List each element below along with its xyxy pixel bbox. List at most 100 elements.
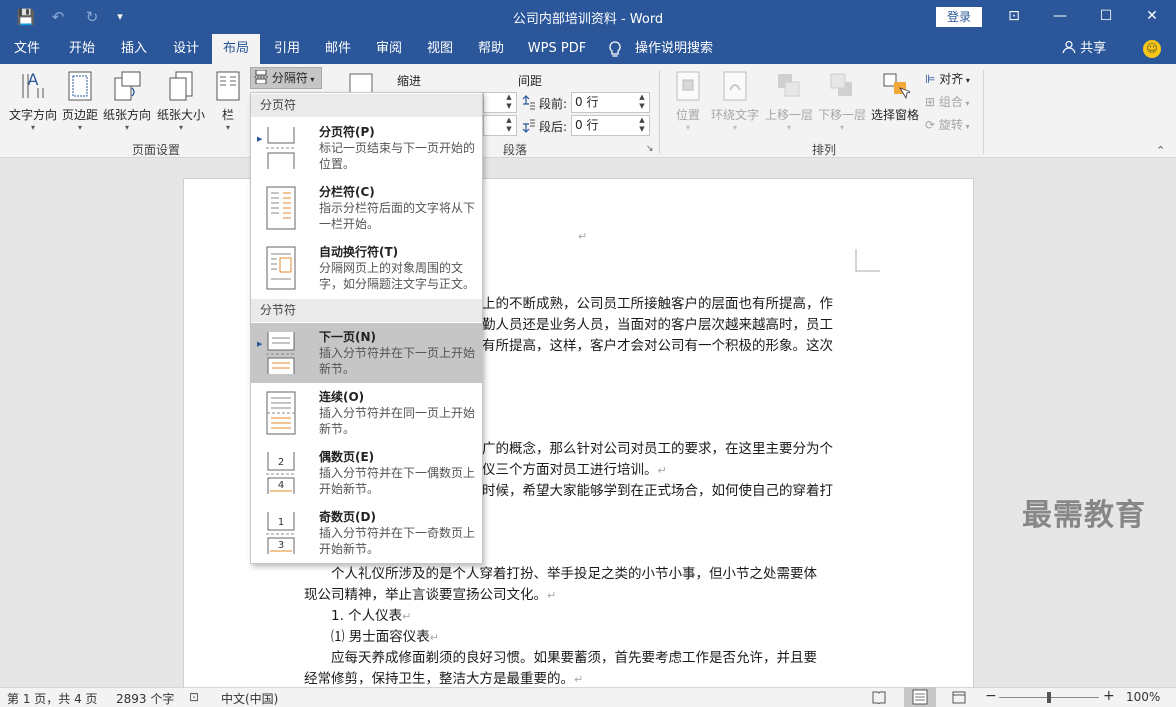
position-label: 位置 (675, 108, 700, 122)
menu-item-column-break[interactable]: 分栏符(C) 指示分栏符后面的文字将从下一栏开始。 (251, 178, 482, 238)
pointer-marker-icon: ▶ (257, 135, 263, 143)
space-before-value: 0 行 (575, 95, 599, 109)
document-line-text: 现公司精神，举止言谈要宣扬公司文化。 (304, 587, 547, 603)
tab-mailings[interactable]: 邮件 (314, 34, 362, 64)
menu-item-even-page[interactable]: 24 偶数页(E) 插入分节符并在下一偶数页上开始新节。 (251, 443, 482, 503)
indent-left-field[interactable]: ▲ ▼ (483, 92, 517, 113)
tab-home[interactable]: 开始 (56, 34, 108, 64)
wrap-text-label: 环绕文字 (710, 108, 759, 122)
document-line-with-mark: 1. 个人仪表↵ (331, 606, 411, 627)
tab-view[interactable]: 视图 (416, 34, 464, 64)
watermark-logo: 最需教育 (1022, 498, 1146, 533)
bring-forward-button[interactable]: 上移一层 ▾ (763, 70, 815, 132)
indent-right-field[interactable]: ▲ ▼ (483, 115, 517, 136)
ribbon-display-options-icon[interactable]: ⊡ (991, 0, 1037, 34)
document-line-with-mark: 现公司精神，举止言谈要宣扬公司文化。↵ (304, 585, 556, 606)
spacing-label: 间距 (518, 74, 543, 88)
paragraph-dialog-launcher-icon[interactable]: ↘ (646, 144, 654, 154)
paper-size-icon (169, 71, 193, 101)
tab-layout[interactable]: 布局 (212, 34, 260, 64)
zoom-out-button[interactable]: − (985, 688, 997, 704)
zoom-slider-thumb[interactable] (1047, 692, 1051, 703)
save-icon[interactable]: 💾 (12, 7, 40, 27)
maximize-icon[interactable]: ☐ (1083, 0, 1129, 34)
space-after-field[interactable]: 0 行 ▲ ▼ (571, 115, 650, 136)
align-button[interactable]: ⊫ 对齐 ▾ (925, 70, 970, 87)
paragraph-mark: ↵ (657, 464, 667, 477)
menu-item-description: 插入分节符并在下一奇数页上开始新节。 (319, 526, 476, 556)
align-icon: ⊫ (925, 72, 936, 86)
space-before-field[interactable]: 0 行 ▲ ▼ (571, 92, 650, 113)
spin-arrows-icon[interactable]: ▲ ▼ (636, 116, 648, 134)
spin-arrows-icon[interactable]: ▲ ▼ (636, 93, 648, 111)
rotate-button[interactable]: ⟳ 旋转 ▾ (925, 116, 969, 133)
odd-page-section-break-icon: 13 (266, 512, 296, 554)
lightbulb-icon (609, 41, 621, 57)
menu-item-title: 奇数页(D) (319, 510, 376, 524)
menu-item-continuous[interactable]: 连续(O) 插入分节符并在同一页上开始新节。 (251, 383, 482, 443)
menu-item-next-page[interactable]: ▶ 下一页(N) 插入分节符并在下一页上开始新节。 (251, 323, 482, 383)
tab-references[interactable]: 引用 (262, 34, 312, 64)
group-button[interactable]: ⊞ 组合 ▾ (925, 93, 969, 110)
orientation-label: 纸张方向 (102, 108, 151, 122)
print-layout-icon[interactable] (904, 687, 936, 707)
document-line-text: 经常修剪，保持卫生，整洁大方是最重要的。 (304, 671, 574, 687)
send-backward-icon (830, 73, 852, 96)
zoom-level[interactable]: 100% (1126, 690, 1160, 704)
redo-icon[interactable]: ↻ (78, 7, 106, 27)
text-direction-label: 文字方向 (8, 108, 57, 122)
chevron-down-icon: ▾ (839, 123, 844, 132)
orientation-button[interactable]: 纸张方向 ▾ (102, 70, 152, 132)
text-direction-button[interactable]: A 文字方向 ▾ (6, 70, 60, 132)
spin-arrows-icon[interactable]: ▲ ▼ (503, 93, 515, 111)
space-before-label: 段前: (539, 97, 568, 111)
tell-me-search[interactable]: 操作说明搜索 (634, 34, 714, 64)
close-icon[interactable]: ✕ (1129, 0, 1175, 34)
send-backward-button[interactable]: 下移一层 ▾ (816, 70, 868, 132)
feedback-smiley-icon[interactable]: ☺ (1143, 40, 1161, 58)
chevron-down-icon: ▾ (786, 123, 791, 132)
selection-pane-button[interactable]: 选择窗格 (869, 70, 921, 123)
selection-pane-label: 选择窗格 (870, 108, 919, 122)
next-page-section-break-icon (266, 332, 296, 374)
menu-item-page-break[interactable]: ▶ 分页符(P) 标记一页结束与下一页开始的位置。 (251, 118, 482, 178)
share-button[interactable]: 共享 (1062, 34, 1106, 64)
breaks-button[interactable]: 分隔符 ▾ (250, 67, 322, 89)
tab-design[interactable]: 设计 (160, 34, 212, 64)
minimize-icon[interactable]: — (1037, 0, 1083, 34)
ribbon-layout: A 文字方向 ▾ 页边距 ▾ 纸张方向 ▾ 纸张大小 ▾ 栏 ▾ 页面设置 缩进… (0, 64, 1176, 158)
size-button[interactable]: 纸张大小 ▾ (155, 70, 207, 132)
rotate-icon: ⟳ (925, 118, 936, 132)
menu-item-text-wrapping-break[interactable]: 自动换行符(T) 分隔网页上的对象周围的文字，如分隔题注文字与正文。 (251, 238, 482, 298)
align-label: 对齐 (939, 72, 964, 86)
login-button[interactable]: 登录 (936, 7, 982, 27)
rotate-label: 旋转 (938, 118, 963, 132)
undo-icon[interactable]: ↶ (44, 7, 72, 27)
customize-quick-access-icon[interactable]: ▾ (108, 7, 132, 27)
read-mode-icon[interactable] (872, 691, 886, 704)
proofing-icon[interactable]: ⊡ (189, 690, 199, 704)
collapse-ribbon-icon[interactable]: ⌃ (1156, 144, 1165, 157)
page-count[interactable]: 第 1 页，共 4 页 (7, 690, 98, 707)
zoom-in-button[interactable]: + (1103, 688, 1115, 704)
margins-button[interactable]: 页边距 ▾ (62, 70, 98, 132)
tab-wps-pdf[interactable]: WPS PDF (522, 34, 592, 64)
menu-item-odd-page[interactable]: 13 奇数页(D) 插入分节符并在下一奇数页上开始新节。 (251, 503, 482, 563)
odd-page-number-b: 3 (278, 540, 284, 551)
space-after-label: 段后: (539, 120, 568, 134)
language-indicator[interactable]: 中文(中国) (221, 690, 278, 707)
columns-button[interactable]: 栏 ▾ (213, 70, 243, 132)
page-setup-group-label: 页面设置 (132, 143, 181, 157)
spin-arrows-icon[interactable]: ▲ ▼ (503, 116, 515, 134)
word-count[interactable]: 2893 个字 (116, 690, 174, 707)
space-after-icon (522, 119, 535, 133)
chevron-down-icon: ▾ (178, 123, 183, 132)
tab-insert[interactable]: 插入 (108, 34, 160, 64)
tab-review[interactable]: 审阅 (364, 34, 414, 64)
tab-file[interactable]: 文件 (0, 34, 54, 64)
chevron-down-icon: ▾ (685, 123, 690, 132)
web-layout-icon[interactable] (952, 691, 966, 704)
wrap-text-button[interactable]: 环绕文字 ▾ (709, 70, 761, 132)
tab-help[interactable]: 帮助 (466, 34, 516, 64)
position-button[interactable]: 位置 ▾ (672, 70, 704, 132)
